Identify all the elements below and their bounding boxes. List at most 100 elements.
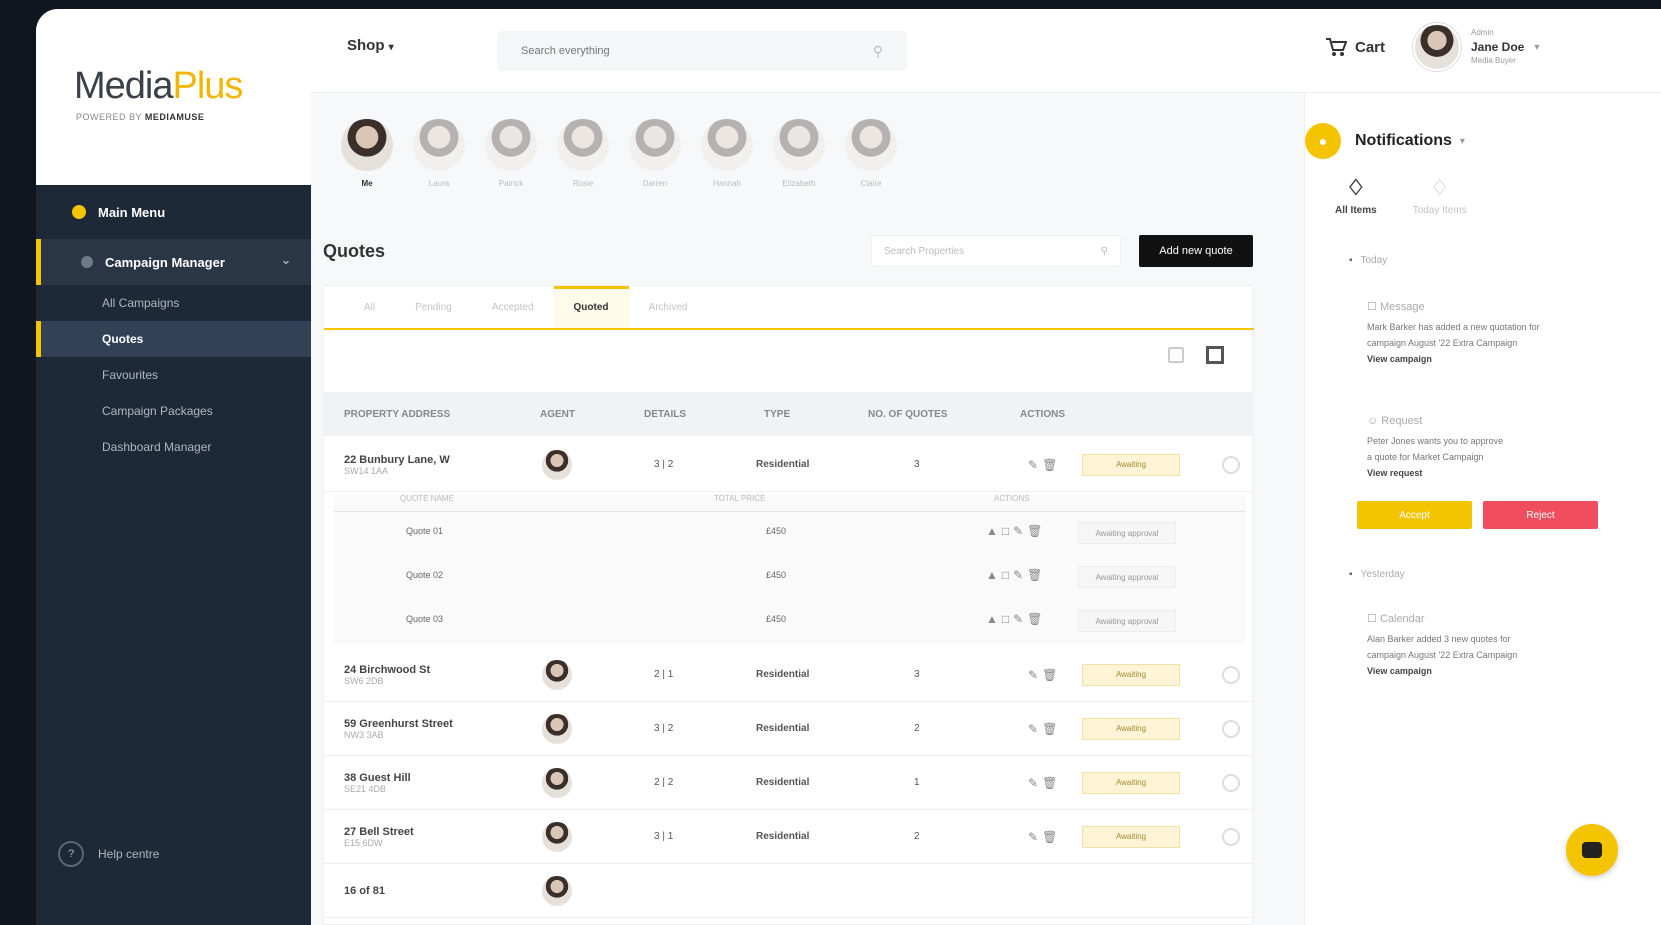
team-avatar-item[interactable]: Claire <box>845 119 897 188</box>
tab-quoted[interactable]: Quoted <box>553 286 629 328</box>
sidebar-item-favourites[interactable]: Favourites <box>36 357 311 393</box>
logo[interactable]: MediaPlus <box>74 65 243 108</box>
expand-icon[interactable] <box>1222 719 1240 738</box>
team-avatar-item[interactable]: Hannah <box>701 119 753 188</box>
edit-icon[interactable]: ✎ <box>1028 458 1042 472</box>
delete-icon[interactable]: 🗑 <box>1042 722 1061 736</box>
row-actions: ✎🗑 <box>1028 830 1061 844</box>
chevron-down-icon: ▾ <box>388 42 394 53</box>
expand-icon[interactable] <box>1222 773 1240 792</box>
section-yesterday: ▪ Yesterday <box>1349 569 1405 580</box>
view-campaign-link[interactable]: View campaign <box>1367 351 1587 367</box>
help-centre-link[interactable]: ? Help centre <box>58 841 159 867</box>
edit-icon[interactable]: ✎ <box>1028 668 1042 682</box>
row-quote-count: 3 <box>914 459 920 470</box>
edit-icon[interactable]: ✎ <box>1028 722 1042 736</box>
row-type: Residential <box>756 723 810 734</box>
team-avatar-item[interactable]: Darren <box>629 119 681 188</box>
sub-quote-row[interactable]: Quote 02 £450 ▲□✎🗑 Awaiting approval <box>334 556 1246 600</box>
quote-actions[interactable]: ▲□✎🗑 <box>986 612 1046 626</box>
tab-all[interactable]: All <box>344 286 395 328</box>
quote-actions[interactable]: ▲□✎🗑 <box>986 524 1046 538</box>
column-header[interactable]: TYPE <box>764 409 790 420</box>
row-quote-count: 2 <box>914 723 920 734</box>
expand-icon[interactable] <box>1222 665 1240 684</box>
team-avatars: Me Laura Patrick Rosie Darren Hannah Eli… <box>341 119 897 188</box>
column-header[interactable]: AGENT <box>540 409 575 420</box>
team-avatar-item[interactable]: Rosie <box>557 119 609 188</box>
chat-button[interactable] <box>1566 824 1618 876</box>
avatar <box>485 119 537 171</box>
sub-quote-row[interactable]: Quote 03 £450 ▲□✎🗑 Awaiting approval <box>334 600 1246 644</box>
row-address: 16 of 81 <box>344 884 385 897</box>
notification-message: ☐ Message Mark Barker has added a new qu… <box>1367 299 1587 367</box>
tab-today-items[interactable]: ♢ Today Items <box>1413 175 1467 216</box>
column-header[interactable]: DETAILS <box>644 409 686 420</box>
add-new-quote-button[interactable]: Add new quote <box>1139 235 1253 267</box>
delete-icon[interactable]: 🗑 <box>1042 458 1061 472</box>
expand-icon[interactable] <box>1222 455 1240 474</box>
app-window: MediaPlus POWERED BY MEDIAMUSE Main Menu… <box>36 9 1661 925</box>
global-search-input[interactable] <box>521 45 873 57</box>
sidebar-item-quotes[interactable]: Quotes <box>36 321 311 357</box>
cart-icon <box>1326 38 1347 56</box>
search-icon[interactable]: ⚲ <box>873 43 883 60</box>
table-row[interactable]: 24 Birchwood St SW6 2DB 2 | 1 Residential… <box>324 648 1254 702</box>
cart-button[interactable]: Cart <box>1325 37 1385 57</box>
column-header[interactable]: PROPERTY ADDRESS <box>344 409 450 420</box>
agent-avatar <box>542 449 572 480</box>
tab-pending[interactable]: Pending <box>395 286 472 328</box>
bell-icon: ♢ <box>1429 175 1450 200</box>
table-row[interactable]: 16 of 81 <box>324 864 1254 918</box>
sidebar-item-dashboard-manager[interactable]: Dashboard Manager <box>36 429 311 465</box>
table-row[interactable]: 27 Bell Street E15 6DW 3 | 1 Residential … <box>324 810 1254 864</box>
tab-all-items[interactable]: ♢ All Items <box>1335 175 1377 216</box>
tab-accepted[interactable]: Accepted <box>472 286 554 328</box>
row-actions: ✎🗑 <box>1028 776 1061 790</box>
team-avatar-item[interactable]: Patrick <box>485 119 537 188</box>
reject-button[interactable]: Reject <box>1483 501 1598 529</box>
avatar <box>701 119 753 171</box>
help-icon: ? <box>58 841 84 867</box>
notifications-header[interactable]: ● Notifications ▾ <box>1305 123 1465 159</box>
table-row[interactable]: 59 Greenhurst Street NW3 3AB 3 | 2 Reside… <box>324 702 1254 756</box>
table-row[interactable]: 22 Bunbury Lane, W SW14 1AA 3 | 2 Residen… <box>324 438 1254 492</box>
quote-status: Awaiting approval <box>1078 610 1176 632</box>
user-menu[interactable]: Admin Jane Doe Media Buyer ▾ <box>1413 23 1539 71</box>
team-avatar-item[interactable]: Elizabeth <box>773 119 825 188</box>
sidebar-section-campaign-manager[interactable]: Campaign Manager ⌄ <box>36 239 311 285</box>
view-request-link[interactable]: View request <box>1367 465 1587 481</box>
team-avatar-item[interactable]: Me <box>341 119 393 188</box>
list-view-icon[interactable] <box>1168 347 1184 363</box>
shop-dropdown[interactable]: Shop ▾ <box>347 37 394 54</box>
row-quote-count: 2 <box>914 831 920 842</box>
column-header[interactable]: ACTIONS <box>1020 409 1065 420</box>
main-menu-header[interactable]: Main Menu <box>36 195 311 229</box>
tab-archived[interactable]: Archived <box>629 286 708 328</box>
chevron-down-icon: ▾ <box>1459 135 1465 147</box>
edit-icon[interactable]: ✎ <box>1028 830 1042 844</box>
team-avatar-item[interactable]: Laura <box>413 119 465 188</box>
sub-quote-row[interactable]: Quote 01 £450 ▲□✎🗑 Awaiting approval <box>334 512 1246 556</box>
quote-name: Quote 03 <box>406 614 444 624</box>
table-row[interactable]: 38 Guest Hill SE21 4DB 2 | 2 Residential … <box>324 756 1254 810</box>
delete-icon[interactable]: 🗑 <box>1042 830 1061 844</box>
row-quote-count: 3 <box>914 669 920 680</box>
notification-request: ☺ Request Peter Jones wants you to appro… <box>1367 413 1587 481</box>
row-address: 59 Greenhurst Street <box>344 717 453 730</box>
view-campaign-link[interactable]: View campaign <box>1367 663 1587 679</box>
delete-icon[interactable]: 🗑 <box>1042 668 1061 682</box>
sidebar-item-all-campaigns[interactable]: All Campaigns <box>36 285 311 321</box>
quote-price: £450 <box>766 570 787 580</box>
agent-avatar <box>542 821 572 852</box>
grid-view-icon[interactable] <box>1206 346 1224 364</box>
column-header[interactable]: NO. OF QUOTES <box>868 409 947 420</box>
quote-actions[interactable]: ▲□✎🗑 <box>986 568 1046 582</box>
edit-icon[interactable]: ✎ <box>1028 776 1042 790</box>
accept-button[interactable]: Accept <box>1357 501 1472 529</box>
expand-icon[interactable] <box>1222 827 1240 846</box>
sidebar-item-campaign-packages[interactable]: Campaign Packages <box>36 393 311 429</box>
quotes-search[interactable]: Search Properties ⚲ <box>871 235 1121 267</box>
delete-icon[interactable]: 🗑 <box>1042 776 1061 790</box>
sub-quotes-table: QUOTE NAME TOTAL PRICE ACTIONS Quote 01 … <box>334 494 1246 644</box>
